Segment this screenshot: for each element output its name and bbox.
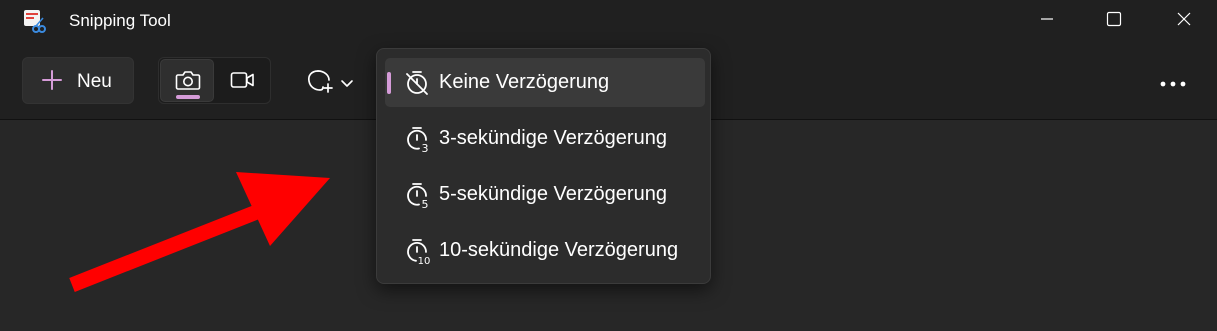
svg-text:3: 3 <box>422 142 429 153</box>
chevron-down-icon <box>340 76 354 94</box>
more-icon <box>1160 75 1186 93</box>
camera-icon <box>175 69 201 96</box>
delay-menu: Keine Verzögerung 3 3-sekündige Verzöger… <box>376 48 711 284</box>
delay-option-label: Keine Verzögerung <box>439 71 610 93</box>
maximize-button[interactable] <box>1081 0 1147 42</box>
timer-off-icon <box>403 69 431 97</box>
window-title: Snipping Tool <box>69 11 171 30</box>
video-mode-button[interactable] <box>217 59 269 102</box>
svg-text:10: 10 <box>418 256 431 265</box>
delay-option-label: 5-sekündige Verzögerung <box>439 183 667 205</box>
timer-10-icon: 10 <box>403 237 431 267</box>
close-button[interactable] <box>1151 0 1217 42</box>
minimize-icon <box>1040 12 1054 31</box>
delay-option-label: 10-sekündige Verzögerung <box>439 239 679 261</box>
title-bar: Snipping Tool <box>0 0 1217 42</box>
new-button-label: Neu <box>77 71 112 92</box>
timer-5-icon: 5 <box>403 181 431 211</box>
more-options-button[interactable] <box>1150 60 1196 100</box>
delay-option-3s[interactable]: 3 3-sekündige Verzögerung <box>385 114 705 163</box>
maximize-icon <box>1106 11 1122 32</box>
selected-indicator <box>387 72 391 94</box>
screenshot-mode-button[interactable] <box>160 59 214 102</box>
delay-option-5s[interactable]: 5 5-sekündige Verzögerung <box>385 170 705 219</box>
new-button[interactable]: Neu <box>22 57 134 104</box>
plus-icon <box>41 69 63 96</box>
snipping-tool-app-icon <box>21 8 47 34</box>
capture-mode-toggle <box>158 57 271 104</box>
delay-option-label: 3-sekündige Verzögerung <box>439 127 667 149</box>
delay-option-none[interactable]: Keine Verzögerung <box>385 58 705 107</box>
shape-icon <box>306 67 334 100</box>
timer-3-icon: 3 <box>403 125 431 155</box>
mode-selected-indicator <box>176 95 200 99</box>
svg-text:5: 5 <box>422 198 429 209</box>
delay-option-10s[interactable]: 10 10-sekündige Verzögerung <box>385 226 705 275</box>
video-icon <box>230 70 256 95</box>
close-icon <box>1176 11 1192 32</box>
snip-shape-dropdown[interactable] <box>300 58 364 102</box>
minimize-button[interactable] <box>1014 0 1080 42</box>
